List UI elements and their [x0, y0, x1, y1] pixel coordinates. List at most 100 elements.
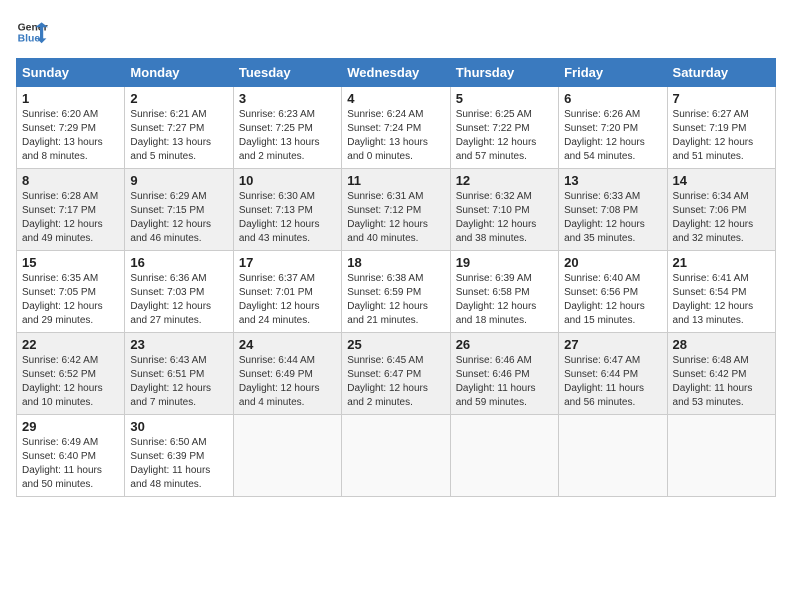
day-info: Sunrise: 6:27 AMSunset: 7:19 PMDaylight:… [673, 108, 770, 164]
day-info: Sunrise: 6:36 AMSunset: 7:03 PMDaylight:… [130, 272, 227, 328]
calendar-cell: 23 Sunrise: 6:43 AMSunset: 6:51 PMDayligh… [125, 333, 233, 415]
day-info: Sunrise: 6:46 AMSunset: 6:46 PMDaylight:… [456, 354, 553, 410]
day-number: 11 [347, 173, 444, 188]
day-number: 7 [673, 91, 770, 106]
day-number: 5 [456, 91, 553, 106]
calendar-cell: 3Sunrise: 6:23 AMSunset: 7:25 PMDaylight… [233, 87, 341, 169]
calendar-cell: 6 Sunrise: 6:26 AMSunset: 7:20 PMDaylight… [559, 87, 667, 169]
calendar-cell: 27 Sunrise: 6:47 AMSunset: 6:44 PMDayligh… [559, 333, 667, 415]
calendar-cell: 15 Sunrise: 6:35 AMSunset: 7:05 PMDayligh… [17, 251, 125, 333]
day-number: 15 [22, 255, 119, 270]
day-info: Sunrise: 6:31 AMSunset: 7:12 PMDaylight:… [347, 190, 444, 246]
calendar-cell: 18 Sunrise: 6:38 AMSunset: 6:59 PMDayligh… [342, 251, 450, 333]
calendar-cell: 26 Sunrise: 6:46 AMSunset: 6:46 PMDayligh… [450, 333, 558, 415]
day-number: 29 [22, 419, 119, 434]
calendar-cell: 14 Sunrise: 6:34 AMSunset: 7:06 PMDayligh… [667, 169, 775, 251]
calendar-cell: 5 Sunrise: 6:25 AMSunset: 7:22 PMDaylight… [450, 87, 558, 169]
day-number: 30 [130, 419, 227, 434]
day-info: Sunrise: 6:42 AMSunset: 6:52 PMDaylight:… [22, 354, 119, 410]
day-info: Sunrise: 6:38 AMSunset: 6:59 PMDaylight:… [347, 272, 444, 328]
col-header-tuesday: Tuesday [233, 59, 341, 87]
calendar-cell [559, 415, 667, 497]
calendar-cell: 21 Sunrise: 6:41 AMSunset: 6:54 PMDayligh… [667, 251, 775, 333]
day-info: Sunrise: 6:24 AMSunset: 7:24 PMDaylight:… [347, 108, 444, 164]
day-info: Sunrise: 6:48 AMSunset: 6:42 PMDaylight:… [673, 354, 770, 410]
day-number: 8 [22, 173, 119, 188]
day-info: Sunrise: 6:35 AMSunset: 7:05 PMDaylight:… [22, 272, 119, 328]
day-number: 1 [22, 91, 119, 106]
day-info: Sunrise: 6:43 AMSunset: 6:51 PMDaylight:… [130, 354, 227, 410]
col-header-thursday: Thursday [450, 59, 558, 87]
day-number: 21 [673, 255, 770, 270]
calendar-cell [342, 415, 450, 497]
day-info: Sunrise: 6:37 AMSunset: 7:01 PMDaylight:… [239, 272, 336, 328]
day-info: Sunrise: 6:28 AMSunset: 7:17 PMDaylight:… [22, 190, 119, 246]
day-number: 12 [456, 173, 553, 188]
day-number: 28 [673, 337, 770, 352]
day-number: 2 [130, 91, 227, 106]
day-number: 13 [564, 173, 661, 188]
day-info: Sunrise: 6:40 AMSunset: 6:56 PMDaylight:… [564, 272, 661, 328]
col-header-sunday: Sunday [17, 59, 125, 87]
day-info: Sunrise: 6:29 AMSunset: 7:15 PMDaylight:… [130, 190, 227, 246]
calendar-cell: 20 Sunrise: 6:40 AMSunset: 6:56 PMDayligh… [559, 251, 667, 333]
calendar-cell: 29 Sunrise: 6:49 AMSunset: 6:40 PMDayligh… [17, 415, 125, 497]
calendar-cell: 9 Sunrise: 6:29 AMSunset: 7:15 PMDaylight… [125, 169, 233, 251]
day-number: 27 [564, 337, 661, 352]
day-number: 24 [239, 337, 336, 352]
day-info: Sunrise: 6:41 AMSunset: 6:54 PMDaylight:… [673, 272, 770, 328]
day-number: 18 [347, 255, 444, 270]
day-info: Sunrise: 6:26 AMSunset: 7:20 PMDaylight:… [564, 108, 661, 164]
logo: General Blue [16, 16, 48, 48]
day-number: 6 [564, 91, 661, 106]
day-number: 16 [130, 255, 227, 270]
calendar-cell: 12 Sunrise: 6:32 AMSunset: 7:10 PMDayligh… [450, 169, 558, 251]
day-info: Sunrise: 6:23 AMSunset: 7:25 PMDaylight:… [239, 108, 336, 164]
calendar-cell: 4 Sunrise: 6:24 AMSunset: 7:24 PMDaylight… [342, 87, 450, 169]
col-header-friday: Friday [559, 59, 667, 87]
calendar-cell: 19Sunrise: 6:39 AMSunset: 6:58 PMDayligh… [450, 251, 558, 333]
calendar-cell: 22 Sunrise: 6:42 AMSunset: 6:52 PMDayligh… [17, 333, 125, 415]
calendar-cell: 24 Sunrise: 6:44 AMSunset: 6:49 PMDayligh… [233, 333, 341, 415]
day-number: 20 [564, 255, 661, 270]
day-info: Sunrise: 6:21 AMSunset: 7:27 PMDaylight:… [130, 108, 227, 164]
calendar-cell [667, 415, 775, 497]
day-number: 22 [22, 337, 119, 352]
day-info: Sunrise: 6:25 AMSunset: 7:22 PMDaylight:… [456, 108, 553, 164]
calendar-cell: 17 Sunrise: 6:37 AMSunset: 7:01 PMDayligh… [233, 251, 341, 333]
day-info: Sunrise: 6:44 AMSunset: 6:49 PMDaylight:… [239, 354, 336, 410]
day-info: Sunrise: 6:34 AMSunset: 7:06 PMDaylight:… [673, 190, 770, 246]
calendar-cell: 13 Sunrise: 6:33 AMSunset: 7:08 PMDayligh… [559, 169, 667, 251]
calendar-cell [233, 415, 341, 497]
day-info: Sunrise: 6:39 AMSunset: 6:58 PMDaylight:… [456, 272, 553, 328]
generalblue-logo-icon: General Blue [16, 16, 48, 48]
day-number: 23 [130, 337, 227, 352]
col-header-monday: Monday [125, 59, 233, 87]
day-number: 26 [456, 337, 553, 352]
calendar-cell: 2 Sunrise: 6:21 AMSunset: 7:27 PMDaylight… [125, 87, 233, 169]
calendar-cell: 25 Sunrise: 6:45 AMSunset: 6:47 PMDayligh… [342, 333, 450, 415]
day-info: Sunrise: 6:45 AMSunset: 6:47 PMDaylight:… [347, 354, 444, 410]
day-info: Sunrise: 6:20 AMSunset: 7:29 PMDaylight:… [22, 108, 119, 164]
day-info: Sunrise: 6:50 AMSunset: 6:39 PMDaylight:… [130, 436, 227, 492]
day-number: 17 [239, 255, 336, 270]
day-number: 14 [673, 173, 770, 188]
svg-text:Blue: Blue [18, 34, 41, 45]
calendar-cell [450, 415, 558, 497]
day-number: 4 [347, 91, 444, 106]
calendar-cell: 1 Sunrise: 6:20 AMSunset: 7:29 PMDaylight… [17, 87, 125, 169]
calendar-cell: 7 Sunrise: 6:27 AMSunset: 7:19 PMDaylight… [667, 87, 775, 169]
calendar-cell: 28 Sunrise: 6:48 AMSunset: 6:42 PMDayligh… [667, 333, 775, 415]
calendar-cell: 16 Sunrise: 6:36 AMSunset: 7:03 PMDayligh… [125, 251, 233, 333]
day-number: 9 [130, 173, 227, 188]
day-info: Sunrise: 6:47 AMSunset: 6:44 PMDaylight:… [564, 354, 661, 410]
day-info: Sunrise: 6:32 AMSunset: 7:10 PMDaylight:… [456, 190, 553, 246]
calendar-cell: 10Sunrise: 6:30 AMSunset: 7:13 PMDayligh… [233, 169, 341, 251]
day-info: Sunrise: 6:49 AMSunset: 6:40 PMDaylight:… [22, 436, 119, 492]
day-number: 25 [347, 337, 444, 352]
calendar-table: SundayMondayTuesdayWednesdayThursdayFrid… [16, 58, 776, 497]
header: General Blue [16, 16, 776, 48]
col-header-saturday: Saturday [667, 59, 775, 87]
day-number: 10 [239, 173, 336, 188]
day-info: Sunrise: 6:33 AMSunset: 7:08 PMDaylight:… [564, 190, 661, 246]
